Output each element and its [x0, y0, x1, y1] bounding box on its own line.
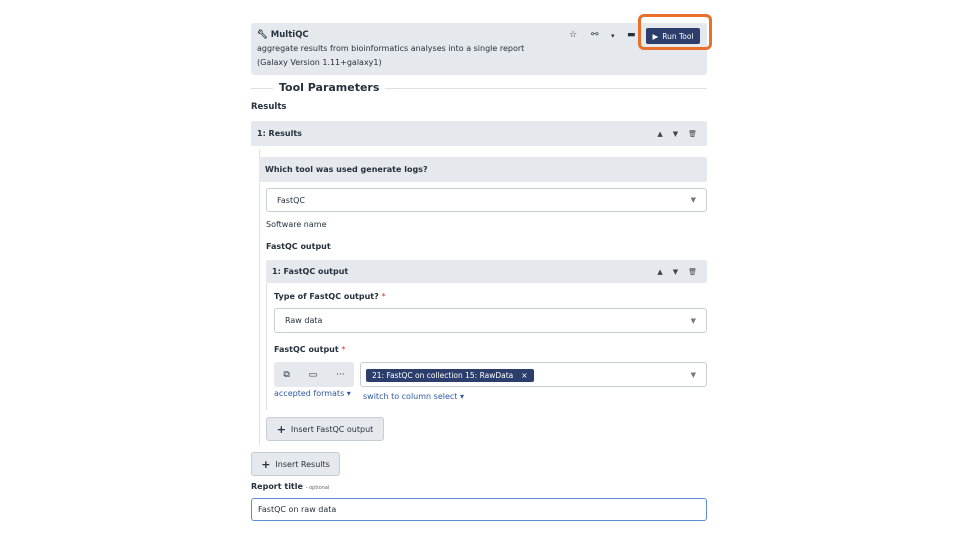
accepted-formats-link[interactable]: accepted formats ▾	[274, 389, 351, 398]
move-down-icon[interactable]: ▼	[673, 268, 678, 276]
tool-version: (Galaxy Version 1.11+galaxy1)	[257, 58, 382, 67]
copy-icon[interactable]: ⧉	[283, 370, 289, 380]
tool-title: 🔧︎ MultiQC	[257, 30, 309, 40]
trash-icon[interactable]: 🗑︎	[688, 268, 697, 276]
chevron-down-icon: ▼	[690, 370, 696, 379]
fastqc-section-header[interactable]: 1: FastQC output ▲ ▼ 🗑︎	[266, 260, 707, 283]
results-label: Results	[251, 102, 287, 112]
software-select[interactable]: FastQC ▼	[266, 188, 707, 212]
insert-results-button[interactable]: + Insert Results	[251, 452, 340, 476]
input-mode-group: ⧉ ▭ ···	[274, 362, 354, 387]
fastqc-section-rule	[266, 283, 267, 410]
move-down-icon[interactable]: ▼	[673, 130, 678, 138]
tool-description: aggregate results from bioinformatics an…	[257, 44, 525, 53]
software-help: Software name	[266, 220, 327, 229]
remove-icon[interactable]: ×	[521, 371, 527, 380]
run-tool-highlight	[638, 14, 712, 50]
report-title-input[interactable]: FastQC on raw data	[251, 498, 707, 521]
plus-icon: +	[276, 422, 286, 436]
output-label: FastQC output *	[274, 345, 346, 354]
plus-icon: +	[261, 457, 271, 471]
chevron-down-icon: ▼	[690, 316, 696, 325]
report-title-label: Report title - optional	[251, 482, 330, 491]
share-icon[interactable]: ⚯	[591, 30, 599, 40]
folder-icon[interactable]: ▭	[309, 370, 318, 380]
chevron-down-icon: ▼	[690, 196, 696, 204]
star-icon[interactable]: ☆	[569, 30, 577, 40]
fastqc-output-label: FastQC output	[266, 242, 331, 251]
wrench-icon: 🔧︎	[257, 30, 268, 40]
results-section-header[interactable]: 1: Results ▲ ▼ 🗑︎	[251, 121, 707, 146]
results-section-rule	[259, 150, 260, 445]
type-label: Type of FastQC output? *	[274, 292, 386, 301]
switch-column-link[interactable]: switch to column select ▾	[363, 392, 464, 401]
move-up-icon[interactable]: ▲	[657, 130, 662, 138]
params-title: Tool Parameters	[273, 81, 386, 94]
move-up-icon[interactable]: ▲	[657, 268, 662, 276]
trash-icon[interactable]: 🗑︎	[688, 130, 697, 138]
more-icon[interactable]: ···	[336, 370, 345, 380]
type-select[interactable]: Raw data ▼	[274, 308, 707, 333]
which-tool-header: Which tool was used generate logs?	[259, 157, 707, 182]
bookmark-icon[interactable]: ▬	[627, 30, 636, 40]
selected-dataset-tag[interactable]: 21: FastQC on collection 15: RawData ×	[366, 369, 534, 382]
caret-down-icon[interactable]: ▾	[611, 32, 615, 40]
insert-fastqc-button[interactable]: + Insert FastQC output	[266, 417, 384, 441]
